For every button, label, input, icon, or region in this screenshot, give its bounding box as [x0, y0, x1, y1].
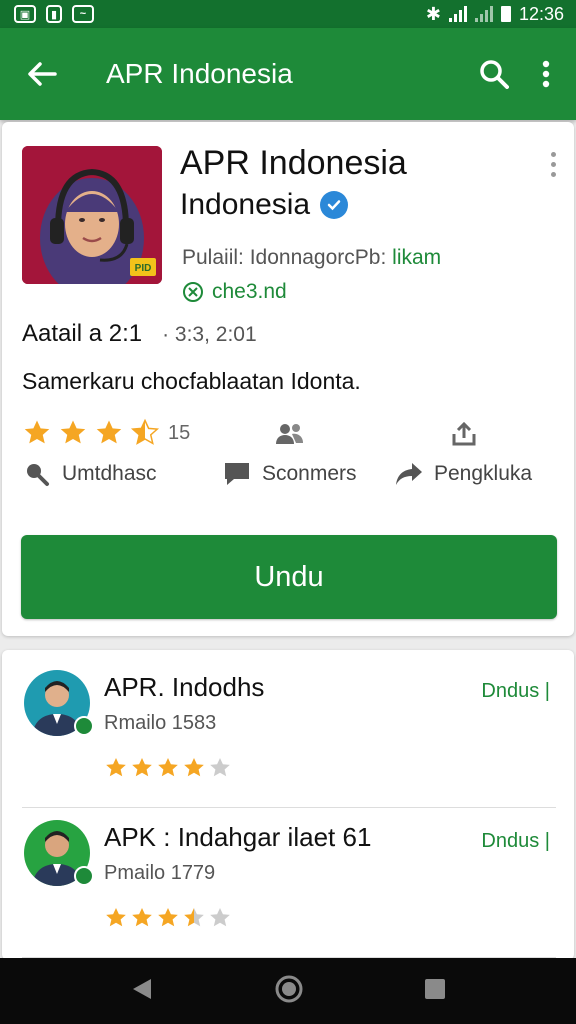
action-listen-label: Umtdhasc	[62, 462, 157, 485]
avatar-badge	[74, 716, 94, 736]
action-comments[interactable]: Sconmers	[222, 460, 394, 488]
headset-person-icon: PID	[22, 146, 162, 284]
rating-row[interactable]: 15	[22, 418, 190, 448]
clock: 12:36	[518, 3, 564, 24]
item-install-link[interactable]: Dndus |	[481, 830, 550, 853]
item-title: APK : Indahgar ilaet 61	[104, 822, 372, 852]
back-button[interactable]	[22, 54, 62, 94]
nav-recents-button[interactable]	[423, 977, 447, 1006]
meta-row: Aatail a 2:1 · 3:3, 2:01	[22, 320, 257, 348]
list-item[interactable]: APK : Indahgar ilaet 61 Pmailo 1779 Dndu…	[22, 810, 556, 958]
checked-text: che3.nd	[212, 280, 287, 303]
install-button[interactable]: Undu	[21, 535, 557, 619]
item-title: APR. Indodhs	[104, 672, 265, 702]
app-detail-card: PID APR Indonesia Indonesia Pulaiil: Ido…	[2, 122, 574, 636]
page-title: APR Indonesia	[106, 58, 293, 89]
action-share[interactable]: Pengkluka	[394, 461, 532, 487]
item-subtitle: Rmailo 1583	[104, 712, 217, 734]
action-listen[interactable]: Umtdhasc	[22, 461, 222, 487]
star-icon	[60, 420, 86, 444]
app-icon: PID	[22, 146, 162, 284]
app-bar: APR Indonesia	[0, 28, 576, 120]
actions-row: Umtdhasc Sconmers Pengkluka	[22, 460, 552, 488]
action-share-label: Pengkluka	[434, 462, 533, 485]
publisher-line: Pulaiil: IdonnagorcPb: likam	[182, 246, 441, 270]
publisher-link[interactable]: likam	[386, 246, 441, 269]
system-nav-bar	[0, 958, 576, 1024]
search-icon	[480, 60, 509, 89]
star-icon	[24, 420, 50, 444]
status-left-icons: ▣ ▮ ~	[14, 5, 94, 23]
rating-stars	[22, 418, 160, 448]
related-apps-card: APR. Indodhs Rmailo 1583 Dndus | APK : I…	[2, 650, 574, 960]
star-icon	[106, 908, 126, 927]
star-icon	[132, 758, 152, 777]
star-icon	[106, 758, 126, 777]
triangle-back-icon	[133, 978, 152, 999]
publisher-prefix: Pulaiil:	[182, 246, 250, 269]
star-icon	[184, 758, 204, 777]
rating-count: 15	[168, 421, 191, 444]
share-icon	[396, 463, 422, 485]
search-button[interactable]	[472, 52, 516, 96]
item-install-link[interactable]: Dndus |	[481, 680, 550, 703]
more-vert-icon	[542, 60, 550, 88]
install-box-icon	[450, 420, 478, 453]
circle-home-icon	[275, 975, 303, 1002]
star-half-icon	[184, 908, 204, 927]
svg-text:PID: PID	[135, 263, 152, 274]
list-item[interactable]: APR. Indodhs Rmailo 1583 Dndus |	[22, 660, 556, 808]
battery-saver-icon: ▮	[46, 5, 62, 23]
bluetooth-icon: ✱	[425, 3, 441, 24]
item-subtitle: Pmailo 1779	[104, 862, 216, 884]
nav-home-button[interactable]	[274, 974, 304, 1009]
star-icon	[96, 420, 122, 444]
image-icon: ▣	[14, 5, 36, 23]
message-icon: ~	[72, 5, 94, 23]
item-rating-stars	[104, 756, 232, 780]
star-icon	[158, 758, 178, 777]
battery-icon	[500, 6, 511, 22]
meta-date: · 3:3, 2:01	[162, 323, 257, 346]
item-rating-stars	[104, 906, 232, 930]
speaker-icon	[27, 464, 49, 486]
signal-2-icon	[474, 6, 493, 22]
app-name: APR Indonesia	[180, 144, 407, 182]
verified-icon	[320, 191, 349, 219]
square-recents-icon	[424, 978, 445, 999]
status-bar: ▣ ▮ ~ ✱ 12:36	[0, 0, 576, 28]
status-right: ✱ 12:36	[426, 4, 564, 25]
app-name-line-2: Indonesia	[180, 188, 311, 221]
star-half-icon	[130, 418, 160, 445]
app-description: Samerkaru chocfablaatan Idonta.	[22, 368, 361, 394]
check-circle-icon	[183, 282, 203, 302]
people-icon	[274, 420, 306, 453]
signal-icon	[448, 6, 467, 22]
action-comments-label: Sconmers	[262, 462, 357, 485]
arrow-left-icon	[28, 62, 57, 86]
card-more-button[interactable]	[551, 152, 556, 177]
star-icon	[132, 908, 152, 927]
nav-back-button[interactable]	[129, 976, 155, 1007]
comment-icon	[225, 463, 249, 485]
meta-label: Aatail a 2:1	[22, 320, 143, 347]
publisher-name: IdonnagorcPb:	[249, 246, 387, 269]
star-icon	[158, 908, 178, 927]
avatar-badge	[74, 866, 94, 886]
star-empty-icon	[210, 758, 230, 777]
app-developer-line: Indonesia	[180, 188, 349, 222]
overflow-menu-button[interactable]	[532, 52, 560, 96]
star-empty-icon	[210, 908, 230, 927]
checked-line: che3.nd	[182, 280, 287, 304]
